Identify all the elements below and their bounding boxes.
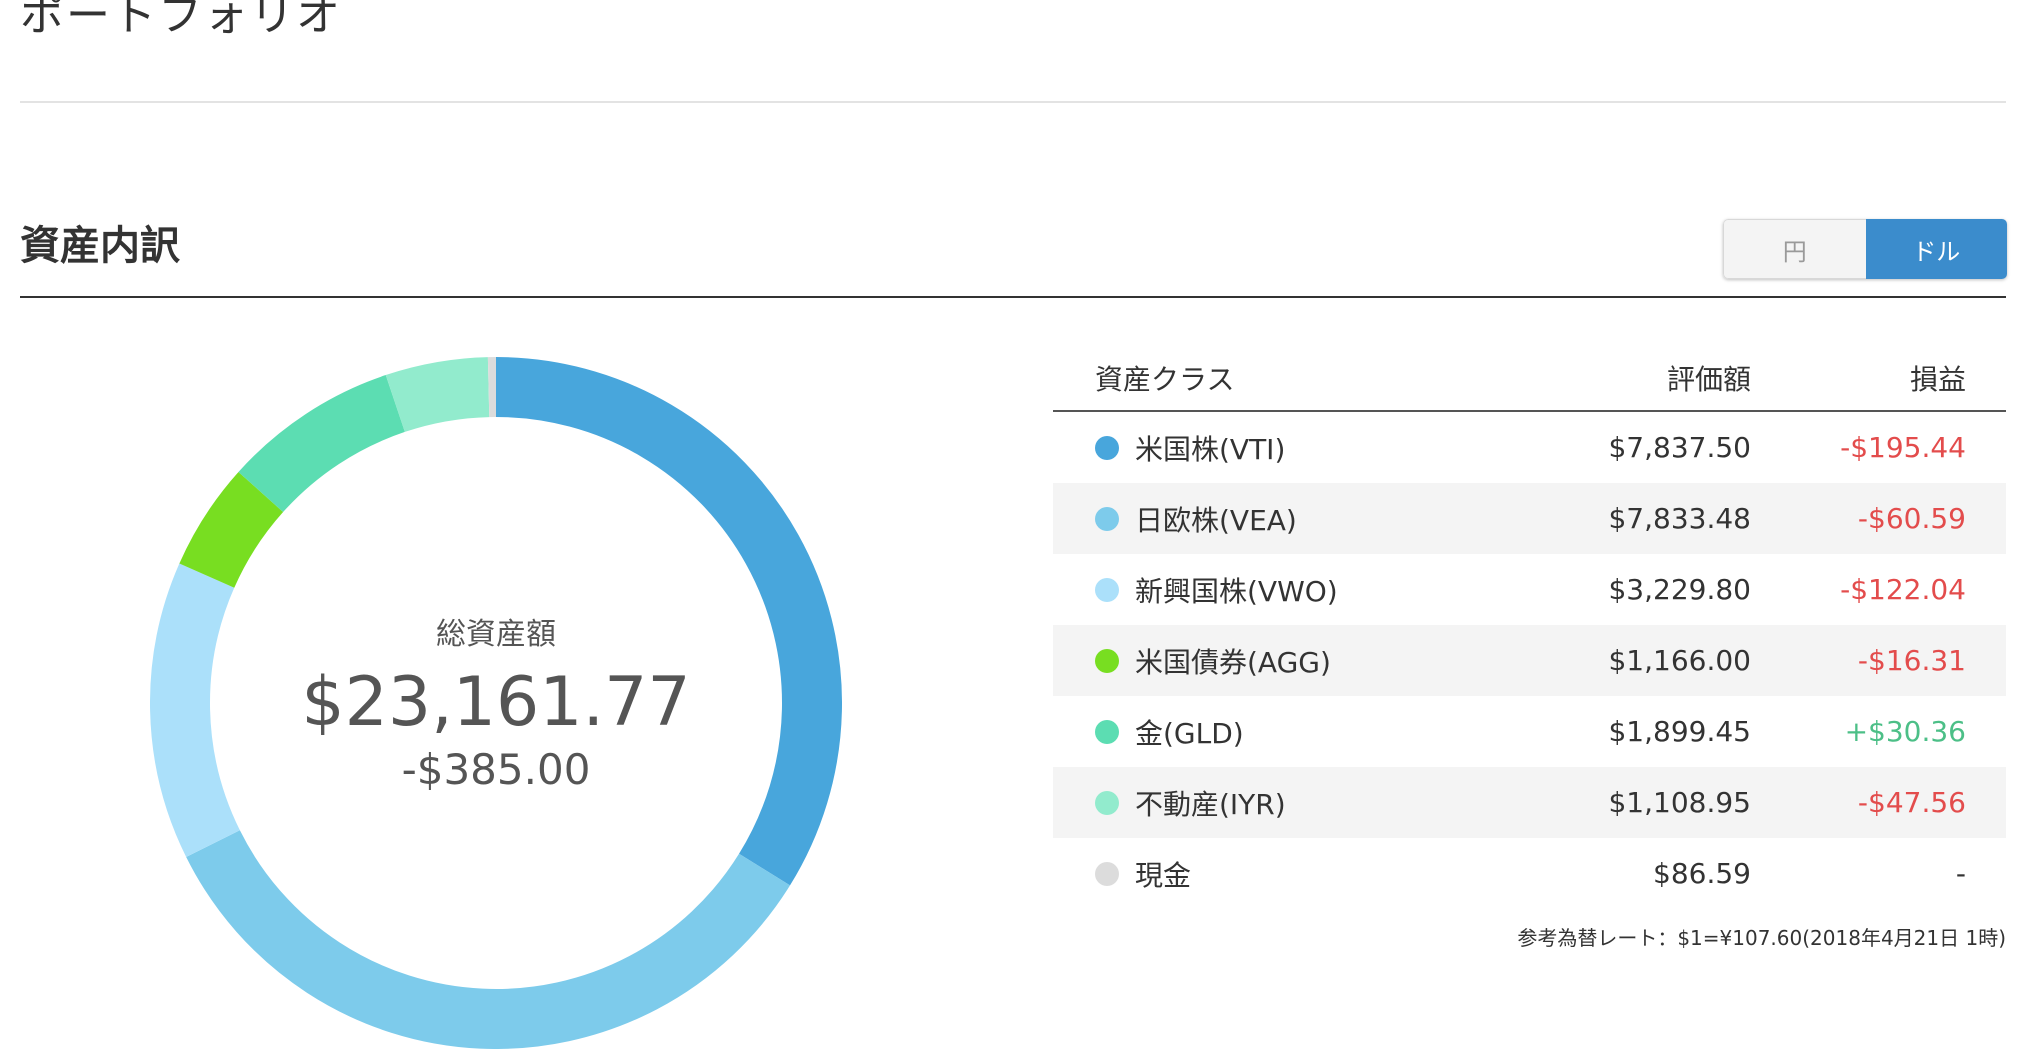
asset-name: 現金 bbox=[1135, 858, 1192, 892]
top-divider bbox=[20, 101, 2006, 103]
asset-name-cell: 現金 bbox=[1053, 854, 1451, 894]
currency-toggle: 円 ドル bbox=[1723, 219, 2007, 279]
asset-profit-loss: -$60.59 bbox=[1857, 502, 1966, 535]
legend-dot-icon bbox=[1095, 435, 1119, 460]
legend-dot-icon bbox=[1095, 577, 1119, 602]
table-row: 不動産(IYR) $1,108.95 -$47.56 bbox=[1053, 767, 2006, 838]
page-title: ポートフォリオ bbox=[20, 0, 342, 41]
yen-toggle-button[interactable]: 円 bbox=[1723, 219, 1866, 279]
asset-profit-loss: -$47.56 bbox=[1857, 786, 1966, 819]
asset-profit-loss: - bbox=[1955, 857, 1966, 890]
asset-name-cell: 不動産(IYR) bbox=[1053, 783, 1451, 823]
asset-name: 日欧株(VEA) bbox=[1135, 503, 1297, 537]
asset-name-cell: 日欧株(VEA) bbox=[1053, 499, 1451, 539]
total-assets-label: 総資産額 bbox=[436, 617, 556, 652]
legend-dot-icon bbox=[1095, 506, 1119, 531]
legend-dot-icon bbox=[1095, 719, 1119, 744]
total-assets-change: -$385.00 bbox=[401, 745, 591, 794]
header-asset-class: 資産クラス bbox=[1095, 362, 1235, 396]
asset-name: 米国株(VTI) bbox=[1135, 432, 1286, 466]
asset-name-cell: 米国債券(AGG) bbox=[1053, 641, 1451, 681]
donut-center: 総資産額 $23,161.77 -$385.00 bbox=[150, 357, 842, 1049]
legend-dot-icon bbox=[1095, 648, 1119, 673]
asset-name: 新興国株(VWO) bbox=[1135, 574, 1338, 608]
section-title: 資産内訳 bbox=[20, 223, 180, 269]
asset-value: $86.59 bbox=[1653, 857, 1751, 890]
exchange-rate-note: 参考為替レート：$1=¥107.60(2018年4月21日 1時) bbox=[1517, 926, 2006, 950]
asset-profit-loss: -$16.31 bbox=[1857, 644, 1966, 677]
asset-value: $7,833.48 bbox=[1608, 502, 1751, 535]
asset-profit-loss: -$195.44 bbox=[1840, 431, 1966, 464]
table-row: 新興国株(VWO) $3,229.80 -$122.04 bbox=[1053, 554, 2006, 625]
header-profit-loss: 損益 bbox=[1909, 362, 1966, 396]
table-row: 現金 $86.59 - bbox=[1053, 838, 2006, 909]
asset-name-cell: 新興国株(VWO) bbox=[1053, 570, 1451, 610]
table-row: 日欧株(VEA) $7,833.48 -$60.59 bbox=[1053, 483, 2006, 554]
asset-name-cell: 金(GLD) bbox=[1053, 712, 1451, 752]
asset-name: 金(GLD) bbox=[1135, 716, 1244, 750]
table-row: 米国株(VTI) $7,837.50 -$195.44 bbox=[1053, 412, 2006, 483]
asset-value: $1,108.95 bbox=[1608, 786, 1751, 819]
asset-name: 不動産(IYR) bbox=[1135, 787, 1286, 821]
table-row: 米国債券(AGG) $1,166.00 -$16.31 bbox=[1053, 625, 2006, 696]
asset-profit-loss: +$30.36 bbox=[1844, 715, 1966, 748]
asset-table-header: 資産クラス 評価額 損益 bbox=[1053, 345, 2006, 412]
table-row: 金(GLD) $1,899.45 +$30.36 bbox=[1053, 696, 2006, 767]
total-assets-value: $23,161.77 bbox=[301, 663, 691, 742]
asset-value: $7,837.50 bbox=[1608, 431, 1751, 464]
legend-dot-icon bbox=[1095, 790, 1119, 815]
asset-value: $1,899.45 bbox=[1608, 715, 1751, 748]
asset-name-cell: 米国株(VTI) bbox=[1053, 428, 1451, 468]
asset-profit-loss: -$122.04 bbox=[1840, 573, 1966, 606]
asset-table: 資産クラス 評価額 損益 米国株(VTI) $7,837.50 -$195.44 日欧… bbox=[1053, 345, 2006, 909]
legend-dot-icon bbox=[1095, 861, 1119, 886]
asset-name: 米国債券(AGG) bbox=[1135, 645, 1331, 679]
asset-value: $1,166.00 bbox=[1608, 644, 1751, 677]
usd-toggle-button[interactable]: ドル bbox=[1865, 219, 2007, 279]
section-divider bbox=[20, 296, 2006, 298]
asset-value: $3,229.80 bbox=[1608, 573, 1751, 606]
header-value: 評価額 bbox=[1666, 362, 1751, 396]
